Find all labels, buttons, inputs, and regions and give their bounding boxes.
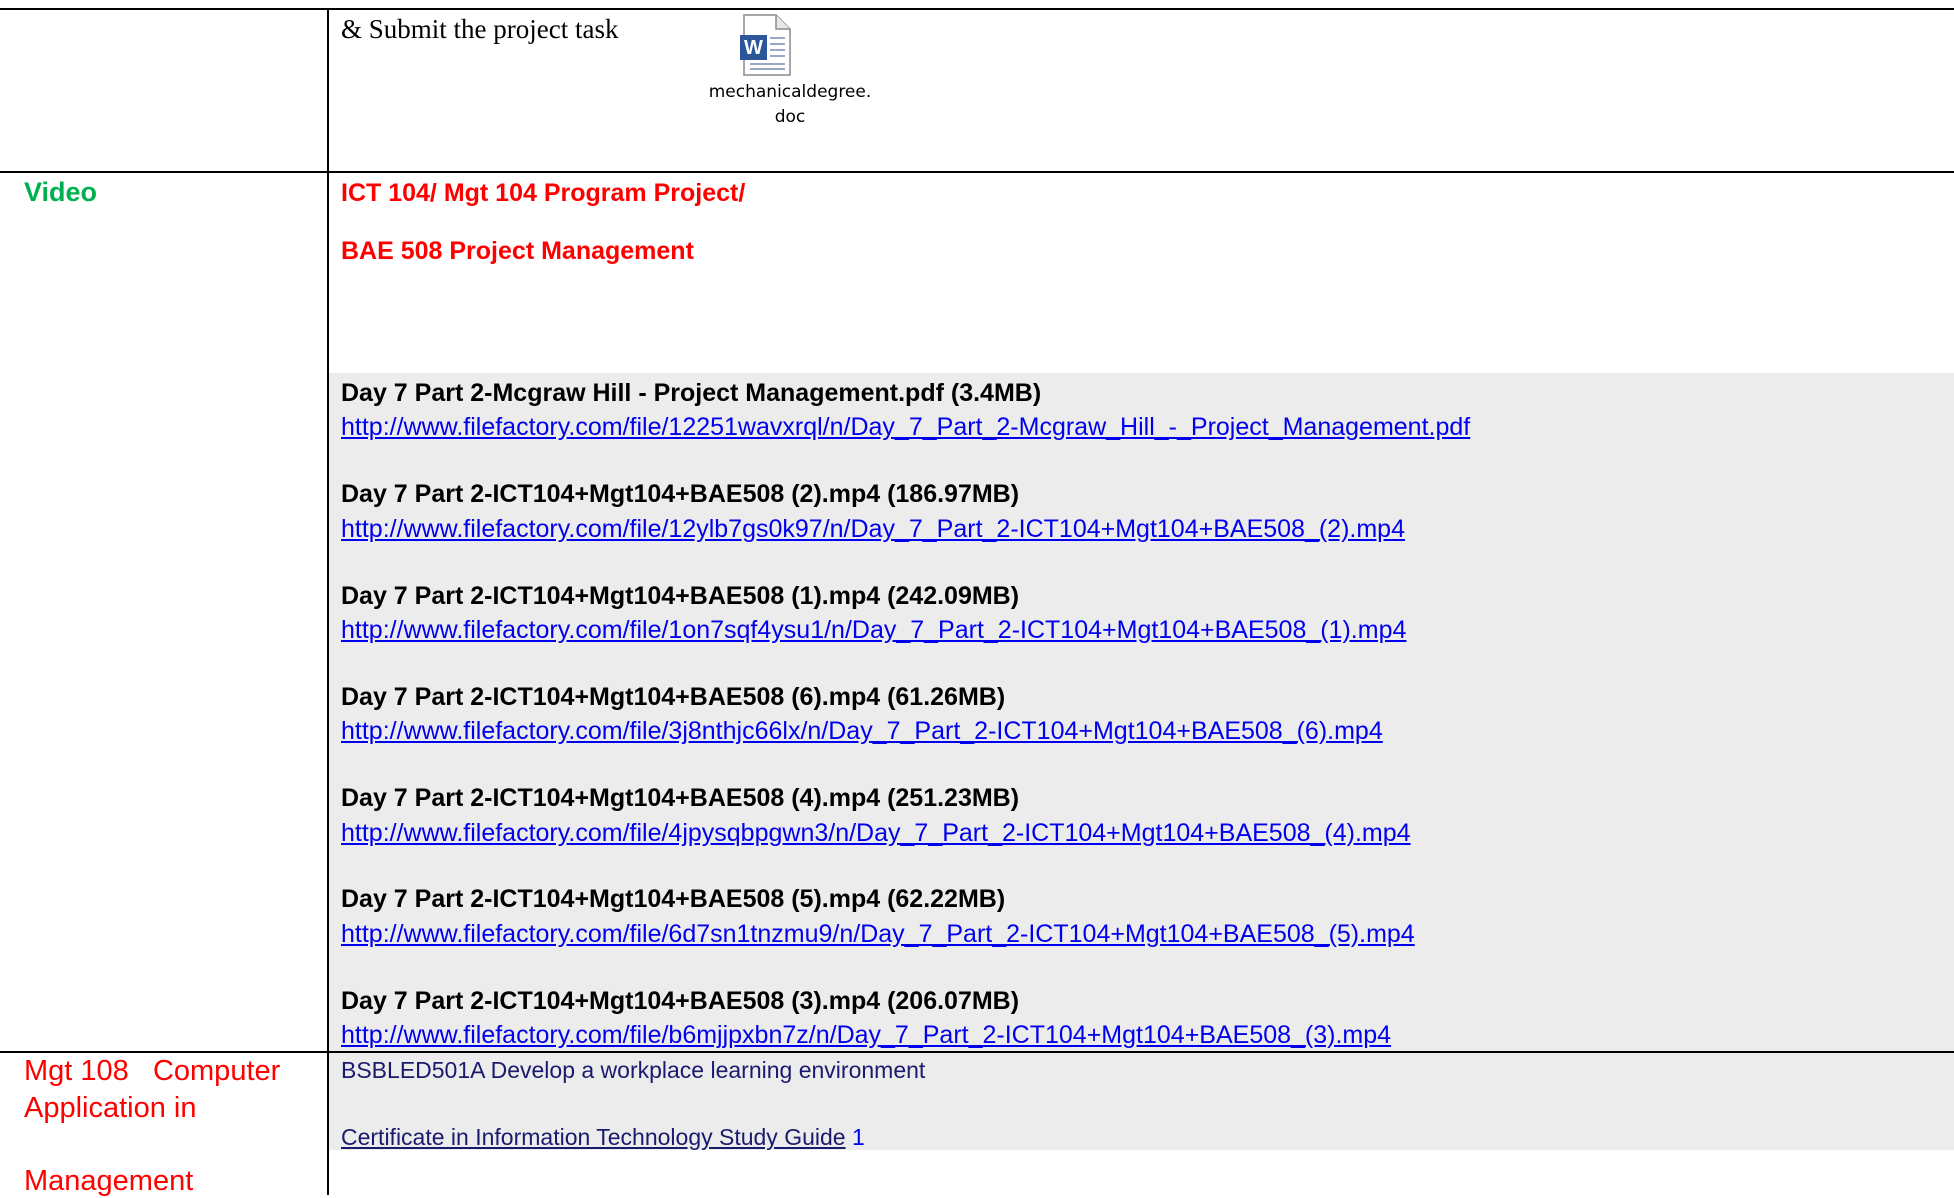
table-row-divider-2 — [0, 1051, 1954, 1053]
video-entry-link[interactable]: http://www.filefactory.com/file/12251wav… — [341, 413, 1470, 442]
video-entry-link[interactable]: http://www.filefactory.com/file/b6mjjpxb… — [341, 1021, 1391, 1050]
table-row-divider-1 — [0, 171, 1954, 173]
video-entry-title: Day 7 Part 2-ICT104+Mgt104+BAE508 (1).mp… — [341, 582, 1020, 610]
video-entry-link[interactable]: http://www.filefactory.com/file/6d7sn1tn… — [341, 920, 1415, 949]
mgt-row-label-line2: Application in — [24, 1092, 197, 1124]
video-entry-link[interactable]: http://www.filefactory.com/file/1on7sqf4… — [341, 616, 1406, 645]
video-entry-title: Day 7 Part 2-ICT104+Mgt104+BAE508 (6).mp… — [341, 683, 1006, 711]
video-entry-title: Day 7 Part 2-ICT104+Mgt104+BAE508 (4).mp… — [341, 784, 1020, 812]
video-row-label: Video — [24, 177, 98, 207]
attachment-filename: mechanicaldegree. doc — [660, 80, 920, 130]
video-entry-link[interactable]: http://www.filefactory.com/file/4jpysqbp… — [341, 819, 1411, 848]
video-heading-line2: BAE 508 Project Management — [341, 237, 694, 265]
word-document-icon[interactable]: W — [740, 14, 792, 76]
course-unit-text: BSBLED501A Develop a workplace learning … — [341, 1057, 926, 1083]
study-guide-link[interactable]: Certificate in Information Technology St… — [341, 1124, 846, 1150]
video-entry-title: Day 7 Part 2-ICT104+Mgt104+BAE508 (2).mp… — [341, 480, 1020, 508]
video-entry-title: Day 7 Part 2-ICT104+Mgt104+BAE508 (3).mp… — [341, 987, 1020, 1015]
video-entry-link[interactable]: http://www.filefactory.com/file/3j8nthjc… — [341, 717, 1383, 746]
mgt-row-label-line3: Management — [24, 1165, 194, 1197]
study-guide-suffix: 1 — [845, 1124, 865, 1150]
attachment-item[interactable]: W mechanicaldegree. doc — [660, 14, 920, 134]
table-column-divider — [327, 8, 329, 1195]
mgt-row-label-line1: Mgt 108 Computer — [24, 1055, 281, 1087]
svg-text:W: W — [744, 37, 763, 59]
video-entry-link[interactable]: http://www.filefactory.com/file/12ylb7gs… — [341, 515, 1405, 544]
video-entry-title: Day 7 Part 2-ICT104+Mgt104+BAE508 (5).mp… — [341, 885, 1006, 913]
video-links-shading — [329, 373, 1954, 1051]
attachment-filename-line2: doc — [774, 107, 806, 127]
study-guide-line: Certificate in Information Technology St… — [341, 1124, 865, 1151]
video-entry-title: Day 7 Part 2-Mcgraw Hill - Project Manag… — [341, 379, 1042, 407]
video-heading-line1: ICT 104/ Mgt 104 Program Project/ — [341, 179, 746, 207]
table-border-top — [0, 8, 1954, 10]
attachment-filename-line1: mechanicaldegree. — [708, 82, 872, 102]
project-task-text: & Submit the project task — [341, 14, 619, 44]
